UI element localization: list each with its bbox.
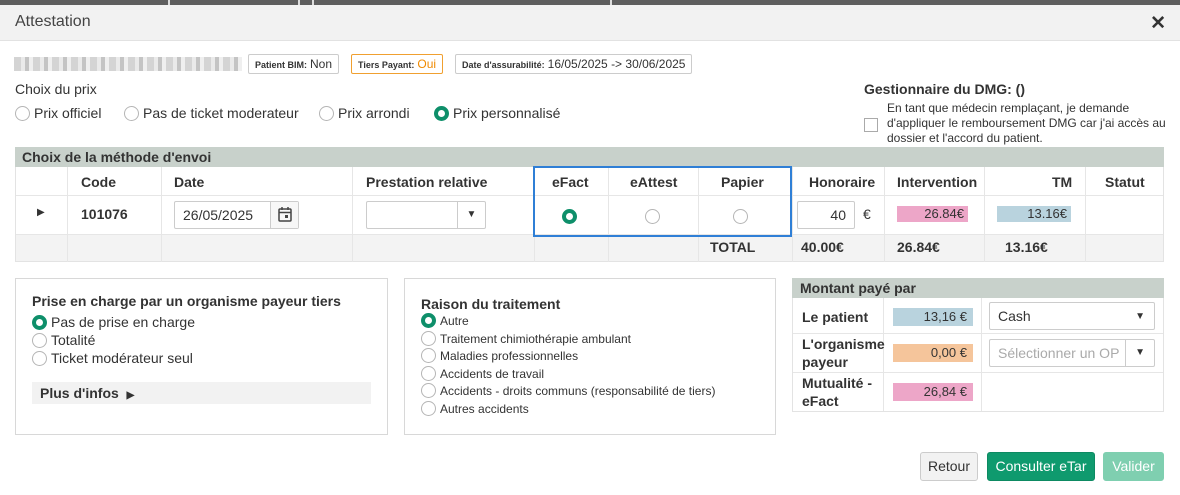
dmg-text: En tant que médecin remplaçant, je deman…: [887, 101, 1166, 145]
tm-value: 13.16€: [997, 206, 1071, 222]
raison-option-maladies[interactable]: Maladies professionnelles: [421, 348, 578, 364]
montant-mutualite-value: 26,84 €: [893, 383, 973, 401]
envoi-method-highlight: [533, 166, 792, 237]
row-code: 101076: [81, 206, 128, 222]
patient-name-blurred: [14, 57, 242, 71]
patient-bim-badge: Patient BIM: Non: [248, 54, 340, 74]
prix-option-arrondi[interactable]: Prix arrondi: [319, 105, 410, 122]
chevron-down-icon: ▼: [1135, 311, 1145, 322]
prise-en-charge-title: Prise en charge par un organisme payeur …: [32, 293, 341, 309]
radio-icon: [319, 105, 334, 121]
honoraire-currency: €: [863, 206, 871, 222]
th-date: Date: [174, 174, 205, 190]
payment-method-select[interactable]: Cash ▼: [989, 302, 1155, 330]
expand-row-icon[interactable]: ▶: [37, 207, 45, 218]
chevron-down-icon: ▼: [1125, 340, 1145, 366]
pec-option-ticket[interactable]: Ticket modérateur seul: [32, 350, 193, 367]
prix-option-personnalise[interactable]: Prix personnalisé: [434, 105, 560, 122]
radio-selected-icon: [434, 105, 449, 121]
radio-icon: [421, 366, 436, 382]
radio-icon: [421, 331, 436, 347]
prise-en-charge-panel: Prise en charge par un organisme payeur …: [15, 278, 388, 435]
dmg-checkbox[interactable]: [864, 118, 878, 132]
radio-icon: [421, 401, 436, 417]
total-label: TOTAL: [710, 239, 756, 255]
raison-panel: Raison du traitement Autre Traitement ch…: [404, 278, 776, 435]
op-select[interactable]: Sélectionner un OP ▼: [989, 339, 1155, 367]
montant-organisme-label: L'organisme payeur: [802, 336, 885, 370]
prestation-select[interactable]: ▼: [366, 201, 486, 229]
prix-title: Choix du prix: [15, 81, 97, 97]
radio-selected-icon: [421, 313, 436, 329]
prix-option-officiel[interactable]: Prix officiel: [15, 105, 101, 122]
montant-patient-label: Le patient: [802, 309, 869, 325]
pec-option-aucune[interactable]: Pas de prise en charge: [32, 314, 195, 331]
retour-button[interactable]: Retour: [920, 452, 978, 481]
assurabilite-badge: Date d'assurabilité: 16/05/2025 -> 30/06/…: [455, 54, 693, 74]
plus-infos-toggle[interactable]: Plus d'infos ▶: [32, 382, 371, 404]
raison-option-autres-accidents[interactable]: Autres accidents: [421, 401, 529, 417]
close-icon[interactable]: ✕: [1150, 12, 1166, 35]
th-statut: Statut: [1105, 174, 1145, 190]
raison-title: Raison du traitement: [421, 296, 561, 312]
total-tm: 13.16€: [1005, 239, 1048, 255]
radio-icon: [32, 332, 47, 348]
th-tm: TM: [1052, 174, 1073, 190]
th-intervention: Intervention: [897, 174, 978, 190]
radio-icon: [15, 105, 30, 121]
montant-patient-value: 13,16 €: [893, 308, 973, 326]
date-field[interactable]: 26/05/2025: [174, 201, 299, 229]
montant-panel: Le patient 13,16 € Cash ▼ L'organisme pay…: [792, 298, 1164, 412]
radio-selected-icon: [32, 314, 47, 330]
prix-option-pas-de-ticket[interactable]: Pas de ticket moderateur: [124, 105, 299, 122]
valider-button[interactable]: Valider: [1103, 452, 1164, 481]
chevron-down-icon: ▼: [457, 202, 485, 228]
raison-option-droits-communs[interactable]: Accidents - droits communs (responsabili…: [421, 383, 715, 399]
raison-option-chimio[interactable]: Traitement chimiothérapie ambulant: [421, 331, 631, 347]
raison-option-travail[interactable]: Accidents de travail: [421, 366, 544, 382]
tiers-payant-badge: Tiers Payant: Oui: [351, 54, 444, 74]
calendar-icon[interactable]: [270, 202, 298, 228]
pec-option-totalite[interactable]: Totalité: [32, 332, 95, 349]
montant-organisme-value: 0,00 €: [893, 344, 973, 362]
raison-option-autre[interactable]: Autre: [421, 313, 469, 329]
intervention-value: 26.84€: [897, 206, 968, 222]
dialog-header: Attestation ✕: [0, 5, 1180, 41]
radio-icon: [124, 105, 139, 121]
montant-mutualite-label: Mutualité - eFact: [802, 375, 872, 409]
chevron-right-icon: ▶: [126, 390, 135, 401]
th-honoraire: Honoraire: [809, 174, 876, 190]
total-honoraire: 40.00€: [801, 239, 844, 255]
montant-title: Montant payé par: [792, 278, 1164, 298]
radio-icon: [421, 383, 436, 399]
radio-icon: [421, 348, 436, 364]
dmg-title: Gestionnaire du DMG: (): [864, 81, 1025, 97]
honoraire-input[interactable]: 40: [797, 201, 855, 229]
th-prestation: Prestation relative: [366, 174, 488, 190]
radio-icon: [32, 350, 47, 366]
th-code: Code: [81, 174, 116, 190]
total-intervention: 26.84€: [897, 239, 940, 255]
dialog-title: Attestation: [15, 13, 91, 30]
consulter-etar-button[interactable]: Consulter eTar: [987, 452, 1095, 481]
envoi-title: Choix de la méthode d'envoi: [15, 147, 1164, 167]
